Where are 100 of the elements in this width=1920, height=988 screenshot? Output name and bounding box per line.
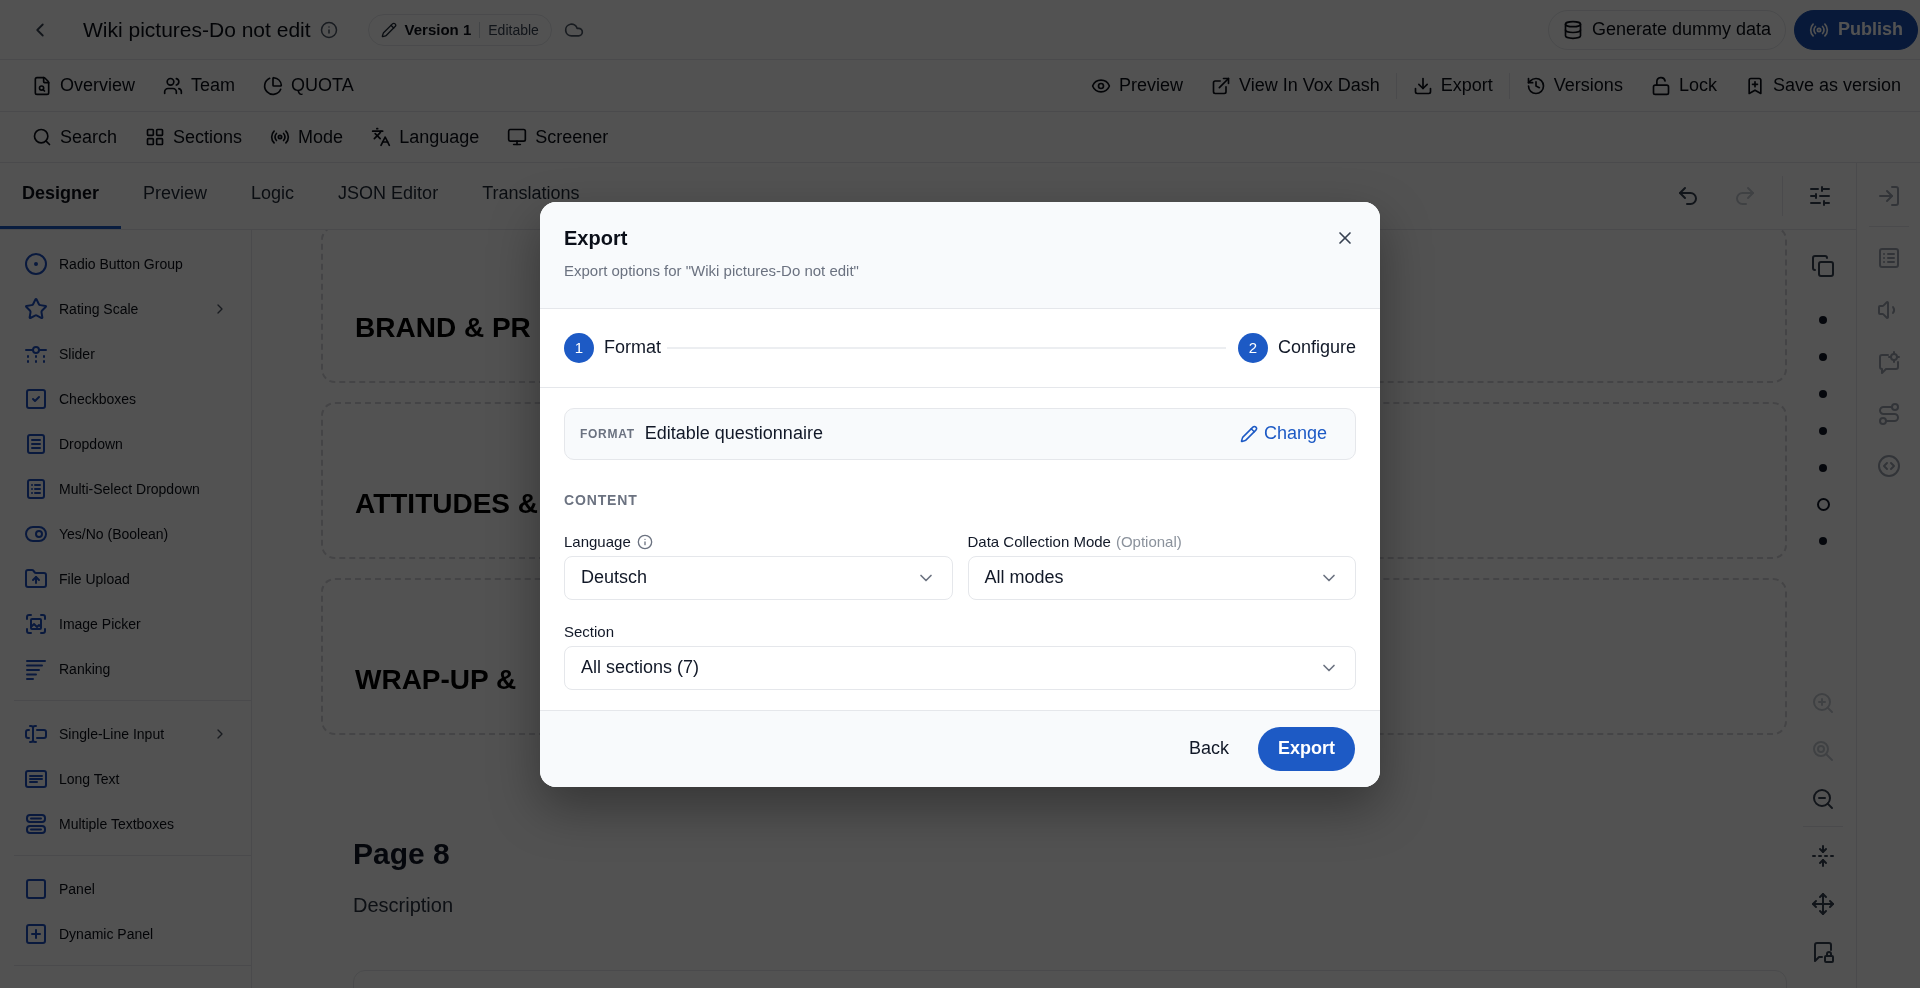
radio-circle-icon: [24, 251, 48, 276]
page-dot-icon[interactable]: [1819, 426, 1827, 435]
translate-icon: [371, 127, 392, 147]
copy-button[interactable]: [1811, 254, 1835, 278]
section-title: BRAND & PR: [355, 311, 531, 345]
open-padlock-icon: [1650, 75, 1671, 96]
login-icon: [1876, 184, 1901, 208]
nav-link[interactable]: Overview: [26, 71, 141, 100]
toolbox-item[interactable]: Multi-Select Dropdown: [0, 466, 251, 511]
field-label: Section: [564, 623, 615, 640]
toolbox-item[interactable]: Dynamic Panel: [0, 911, 251, 956]
action-button[interactable]: Export: [1406, 71, 1499, 100]
export-button[interactable]: Export: [1258, 726, 1355, 771]
action-button[interactable]: View In Vox Dash: [1205, 71, 1386, 100]
editor-tab[interactable]: Designer: [0, 163, 122, 229]
external-link-icon: [1211, 75, 1232, 96]
select-field[interactable]: Deutsch: [564, 555, 953, 600]
action-button[interactable]: Preview: [1085, 71, 1190, 100]
zoom-out-icon: [1811, 787, 1835, 811]
star-icon: [24, 296, 48, 321]
copy-icon: [1811, 254, 1835, 278]
step-label: Format: [604, 337, 661, 358]
checklist-box-icon: [24, 476, 48, 501]
action-button[interactable]: Versions: [1519, 71, 1629, 100]
toolbox-item[interactable]: Slider: [0, 331, 251, 376]
toolbox-item[interactable]: Panel: [0, 866, 251, 911]
select-field[interactable]: All sections (7): [564, 645, 1356, 690]
info-icon: [319, 20, 338, 39]
toolbox-item[interactable]: Ranking: [0, 646, 251, 691]
history-icon: [1525, 75, 1546, 96]
editor-tab[interactable]: Preview: [121, 163, 230, 229]
step-number: 2: [1237, 332, 1268, 363]
page-dot-icon[interactable]: [1819, 390, 1827, 398]
grid-icon: [145, 127, 166, 147]
toolbox-item[interactable]: File Upload: [0, 556, 251, 601]
document-title: Wiki pictures-Do not edit: [83, 16, 311, 43]
format-label: FORMAT: [580, 426, 635, 441]
users-icon: [163, 75, 183, 96]
square-icon: [24, 876, 48, 901]
image-frame-icon: [24, 611, 48, 636]
tool-button[interactable]: Search: [26, 122, 124, 152]
undo-icon: [1676, 184, 1700, 208]
toolbox-item[interactable]: Long Text: [0, 756, 251, 801]
back-button[interactable]: Back: [1172, 726, 1245, 771]
page-description: Description: [353, 893, 454, 917]
file-search-icon: [32, 75, 52, 96]
tool-button[interactable]: Mode: [264, 122, 350, 152]
format-value: Editable questionnaire: [644, 423, 823, 444]
toolbox-item[interactable]: Radio Button Group: [0, 241, 251, 286]
generate-data-button[interactable]: Generate dummy data: [1547, 9, 1786, 50]
move-arrows-icon: [1811, 892, 1835, 916]
monitor-icon: [507, 127, 528, 147]
toolbox-item[interactable]: Dropdown: [0, 421, 251, 466]
field-label: Data Collection Mode: [967, 533, 1111, 550]
toolbox-item[interactable]: Rating Scale: [0, 286, 251, 331]
toolbox-item[interactable]: Checkboxes: [0, 376, 251, 421]
section-heading: CONTENT: [564, 490, 639, 510]
page-dot-icon[interactable]: [1819, 537, 1827, 546]
field-hint: (Optional): [1115, 533, 1182, 550]
publish-button[interactable]: Publish: [1794, 9, 1918, 50]
pie-chart-icon: [263, 75, 284, 96]
download-icon: [1412, 75, 1433, 96]
toolbox-item[interactable]: Single-Line Input: [0, 711, 251, 756]
dialog-subtitle: Export options for "Wiki pictures-Do not edit": [564, 260, 859, 281]
broadcast-icon: [270, 127, 291, 147]
search-icon: [32, 127, 52, 147]
square-plus-icon: [24, 921, 48, 946]
page-dot-icon[interactable]: [1816, 497, 1830, 511]
pencil-icon: [380, 21, 397, 38]
tool-button[interactable]: Screener: [501, 122, 615, 152]
page-dot-icon[interactable]: [1819, 316, 1827, 325]
tool-button[interactable]: Language: [365, 122, 486, 152]
page-dot-icon[interactable]: [1819, 463, 1827, 472]
toolbox-item[interactable]: Yes/No (Boolean): [0, 511, 251, 556]
toolbox-item[interactable]: Multiple Textboxes: [0, 801, 251, 846]
action-button[interactable]: Lock: [1644, 71, 1723, 100]
database-icon: [1562, 19, 1583, 40]
checkbox-icon: [24, 386, 48, 411]
section-title: ATTITUDES &: [355, 487, 539, 521]
step-number: 1: [564, 332, 594, 363]
pencil-icon: [1239, 424, 1258, 443]
message-lock-icon: [1811, 940, 1835, 964]
editor-tab[interactable]: JSON Editor: [316, 163, 461, 229]
field-label: Language: [564, 533, 631, 550]
editor-tab[interactable]: Logic: [229, 163, 317, 229]
sliders-icon: [1808, 184, 1832, 208]
select-field[interactable]: All modes: [967, 555, 1356, 600]
version-pill[interactable]: Version 1 Editable: [367, 13, 552, 46]
action-button[interactable]: Save as version: [1738, 71, 1907, 100]
version-label: Version 1: [404, 21, 472, 38]
toolbox-item[interactable]: Image Picker: [0, 601, 251, 646]
tool-button[interactable]: Sections: [139, 122, 249, 152]
list-box-icon: [24, 431, 48, 456]
section-title: WRAP-UP &: [355, 663, 517, 697]
nav-link[interactable]: QUOTA: [257, 71, 360, 100]
nav-link[interactable]: Team: [157, 71, 242, 100]
fold-vertical-icon: [1811, 844, 1835, 868]
page-dot-icon[interactable]: [1819, 353, 1827, 362]
change-button[interactable]: Change: [1227, 419, 1339, 448]
code-circle-icon: [1876, 454, 1901, 478]
